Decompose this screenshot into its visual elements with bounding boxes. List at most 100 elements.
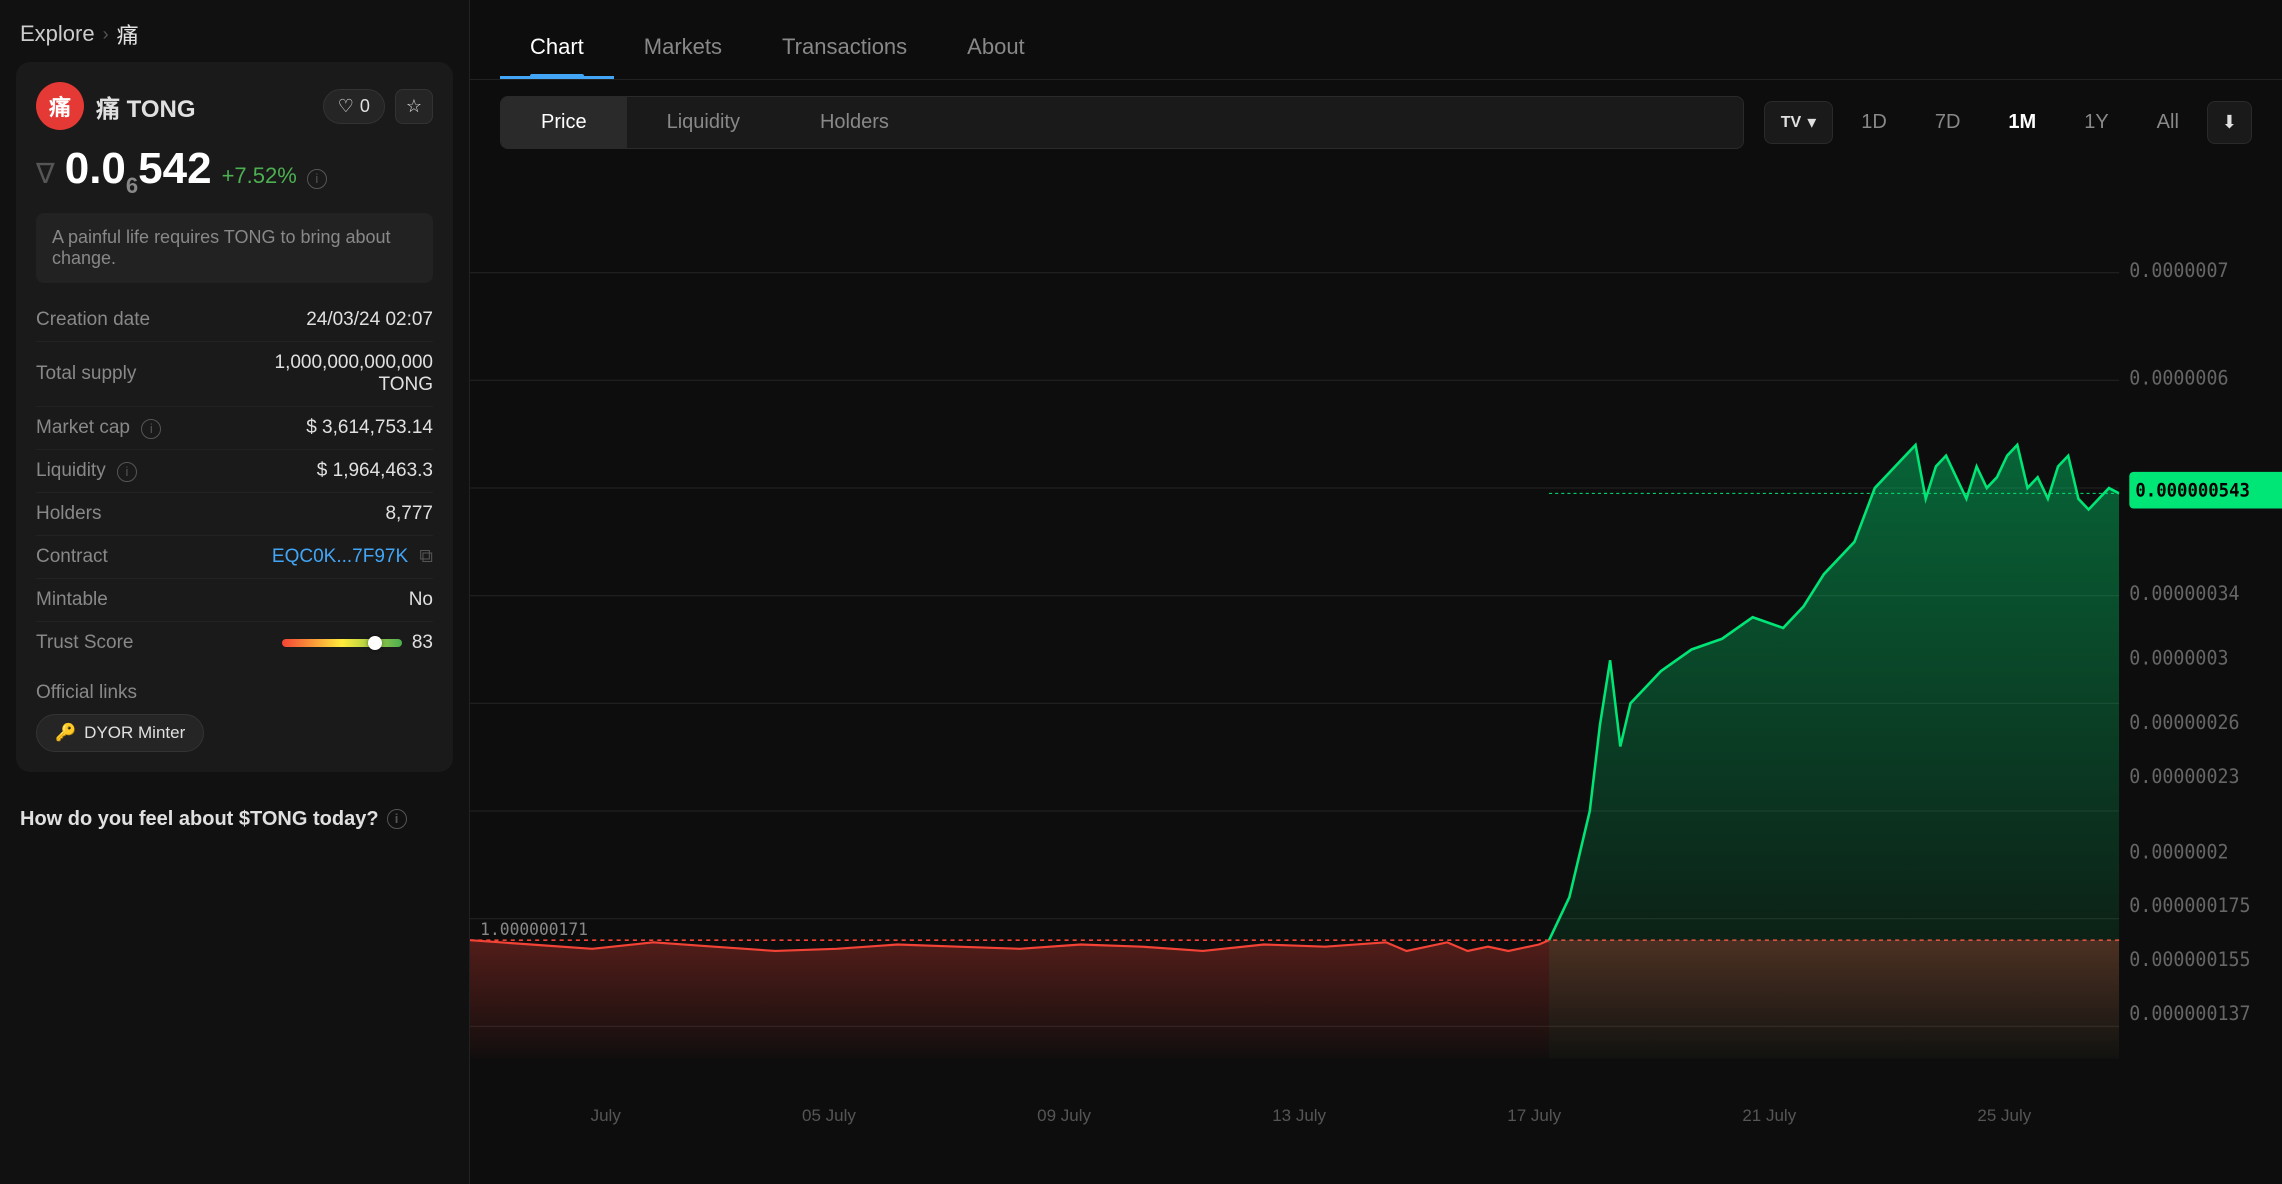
svg-text:0.000000175: 0.000000175: [2129, 896, 2250, 918]
trust-thumb: [368, 636, 382, 650]
price-chart: 0.0000007 0.0000006 0.0000005 0.00000034…: [470, 165, 2282, 1134]
view-buttons: Price Liquidity Holders: [500, 96, 1744, 149]
time-1m-button[interactable]: 1M: [1988, 101, 2056, 144]
contract-value[interactable]: EQC0K...7F97K ⧉: [254, 535, 433, 578]
svg-text:0.000000137: 0.000000137: [2129, 1003, 2250, 1025]
tab-about[interactable]: About: [937, 12, 1055, 79]
table-row: Contract EQC0K...7F97K ⧉: [36, 535, 433, 578]
svg-text:0.0000002: 0.0000002: [2129, 842, 2228, 864]
download-button[interactable]: ⬇: [2207, 101, 2252, 144]
holders-label: Holders: [36, 492, 254, 535]
star-icon: ☆: [406, 96, 422, 116]
tab-markets[interactable]: Markets: [614, 12, 752, 79]
chart-controls: Price Liquidity Holders TV ▾ 1D 7D 1M 1Y…: [470, 80, 2282, 165]
x-label-21july: 21 July: [1742, 1106, 1796, 1126]
chart-area: 0.0000007 0.0000006 0.0000005 0.00000034…: [470, 165, 2282, 1184]
view-price-button[interactable]: Price: [501, 97, 627, 148]
svg-text:0.00000023: 0.00000023: [2129, 767, 2239, 789]
like-button[interactable]: ♡ 0: [323, 89, 385, 124]
x-label-25july: 25 July: [1977, 1106, 2031, 1126]
tradingview-icon: TV: [1781, 114, 1801, 132]
svg-text:0.00000034: 0.00000034: [2129, 584, 2239, 606]
trust-score-cell: 83: [254, 621, 433, 664]
table-row: Mintable No: [36, 578, 433, 621]
svg-text:0.000000155: 0.000000155: [2129, 950, 2250, 972]
total-supply-value: 1,000,000,000,000 TONG: [254, 341, 433, 406]
table-row: Total supply 1,000,000,000,000 TONG: [36, 341, 433, 406]
mintable-label: Mintable: [36, 578, 254, 621]
svg-text:0.0000006: 0.0000006: [2129, 368, 2228, 390]
total-supply-label: Total supply: [36, 341, 254, 406]
dyor-minter-button[interactable]: 🔑 DYOR Minter: [36, 714, 204, 752]
token-card: 痛 痛 TONG ♡ 0 ☆ ∇ 0.06542 +7.52% i A: [16, 62, 453, 772]
price-main: 0.06542: [65, 144, 212, 199]
x-label-09july: 09 July: [1037, 1106, 1091, 1126]
table-row: Market cap i $ 3,614,753.14: [36, 406, 433, 449]
time-1d-button[interactable]: 1D: [1841, 101, 1907, 144]
token-description: A painful life requires TONG to bring ab…: [36, 213, 433, 283]
token-logo-name: 痛 痛 TONG: [36, 82, 196, 130]
token-header: 痛 痛 TONG ♡ 0 ☆: [36, 82, 433, 130]
contract-label: Contract: [36, 535, 254, 578]
x-label-13july: 13 July: [1272, 1106, 1326, 1126]
left-panel: Explore › 痛 痛 痛 TONG ♡ 0 ☆ ∇: [0, 0, 470, 1184]
breadcrumb-chevron: ›: [103, 24, 109, 45]
trust-bar: [282, 639, 402, 647]
breadcrumb-explore[interactable]: Explore: [20, 21, 95, 47]
right-panel: Chart Markets Transactions About Price L…: [470, 0, 2282, 1184]
price-info-icon[interactable]: i: [307, 169, 327, 189]
tab-transactions[interactable]: Transactions: [752, 12, 937, 79]
x-label-july: July: [591, 1106, 621, 1126]
breadcrumb: Explore › 痛: [0, 0, 469, 62]
copy-icon[interactable]: ⧉: [419, 546, 433, 568]
x-label-05july: 05 July: [802, 1106, 856, 1126]
svg-text:1.000000171: 1.000000171: [480, 918, 588, 939]
download-icon: ⬇: [2222, 112, 2237, 132]
official-links: Official links 🔑 DYOR Minter: [36, 682, 433, 752]
info-table: Creation date 24/03/24 02:07 Total suppl…: [36, 299, 433, 664]
time-all-button[interactable]: All: [2137, 101, 2199, 144]
time-controls: TV ▾ 1D 7D 1M 1Y All ⬇: [1764, 101, 2252, 144]
heart-icon: ♡: [338, 96, 354, 117]
table-row: Creation date 24/03/24 02:07: [36, 299, 433, 342]
official-links-title: Official links: [36, 682, 433, 704]
creation-date-label: Creation date: [36, 299, 254, 342]
time-7d-button[interactable]: 7D: [1915, 101, 1981, 144]
creation-date-value: 24/03/24 02:07: [254, 299, 433, 342]
svg-text:0.00000026: 0.00000026: [2129, 713, 2239, 735]
tab-chart[interactable]: Chart: [500, 12, 614, 79]
sentiment-info-icon[interactable]: i: [387, 809, 407, 829]
market-cap-label: Market cap i: [36, 406, 254, 449]
tradingview-button[interactable]: TV ▾: [1764, 101, 1834, 144]
liquidity-label: Liquidity i: [36, 449, 254, 492]
market-cap-value: $ 3,614,753.14: [254, 406, 433, 449]
x-label-17july: 17 July: [1507, 1106, 1561, 1126]
market-cap-info-icon[interactable]: i: [141, 419, 161, 439]
token-symbol: 痛 TONG: [96, 89, 196, 124]
chevron-down-icon: ▾: [1807, 112, 1816, 133]
table-row: Liquidity i $ 1,964,463.3: [36, 449, 433, 492]
star-button[interactable]: ☆: [395, 89, 433, 124]
trust-score-display: 83: [254, 632, 433, 654]
liquidity-value: $ 1,964,463.3: [254, 449, 433, 492]
view-liquidity-button[interactable]: Liquidity: [627, 97, 780, 148]
chart-x-axis: July 05 July 09 July 13 July 17 July 21 …: [470, 1098, 2282, 1134]
liquidity-info-icon[interactable]: i: [117, 462, 137, 482]
time-1y-button[interactable]: 1Y: [2064, 101, 2128, 144]
svg-text:0.0000007: 0.0000007: [2129, 261, 2228, 283]
trust-score-label: Trust Score: [36, 621, 254, 664]
key-icon: 🔑: [55, 723, 76, 743]
svg-text:0.0000003: 0.0000003: [2129, 648, 2228, 670]
holders-value: 8,777: [254, 492, 433, 535]
token-header-actions: ♡ 0 ☆: [323, 89, 433, 124]
mintable-value: No: [254, 578, 433, 621]
breadcrumb-token: 痛: [117, 18, 139, 50]
sentiment-section: How do you feel about $TONG today? i: [0, 788, 469, 851]
token-logo: 痛: [36, 82, 84, 130]
view-holders-button[interactable]: Holders: [780, 97, 929, 148]
price-row: ∇ 0.06542 +7.52% i: [36, 144, 433, 199]
table-row: Trust Score 83: [36, 621, 433, 664]
price-prefix: ∇: [36, 157, 55, 190]
sentiment-title: How do you feel about $TONG today? i: [20, 808, 449, 831]
price-change: +7.52%: [222, 163, 297, 189]
